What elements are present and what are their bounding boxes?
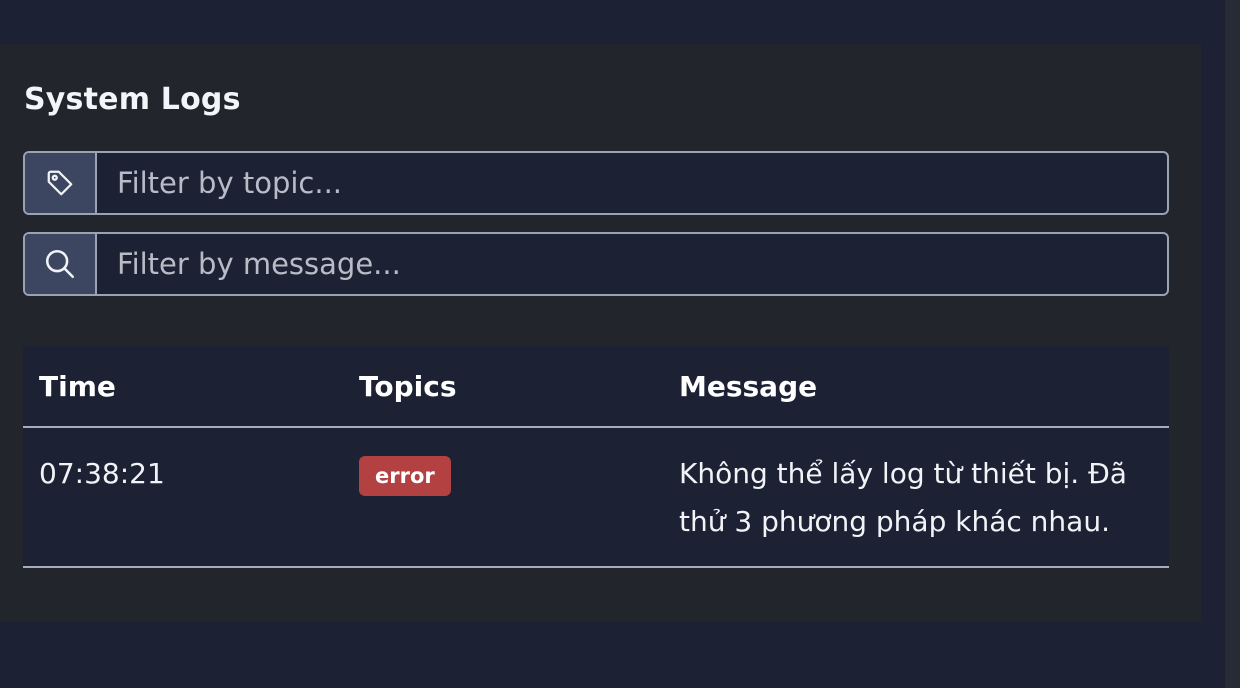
table-header-row: Time Topics Message [23, 346, 1169, 428]
log-topics-cell: error [343, 427, 663, 568]
log-time: 07:38:21 [23, 427, 343, 568]
topic-badge-error: error [359, 456, 451, 496]
table-row: 07:38:21 error Không thể lấy log từ thiế… [23, 427, 1169, 568]
scrollbar-track[interactable] [1225, 0, 1240, 688]
page-title: System Logs [24, 82, 241, 117]
tag-icon [25, 153, 97, 213]
message-filter-input[interactable] [97, 234, 1167, 294]
topic-filter-group [23, 151, 1169, 215]
topic-filter-input[interactable] [97, 153, 1167, 213]
column-header-time[interactable]: Time [23, 346, 343, 428]
search-icon [25, 234, 97, 294]
column-header-topics[interactable]: Topics [343, 346, 663, 428]
message-filter-group [23, 232, 1169, 296]
logs-table: Time Topics Message 07:38:21 error Không… [23, 346, 1169, 568]
column-header-message[interactable]: Message [663, 346, 1169, 428]
log-message: Không thể lấy log từ thiết bị. Đã thử 3 … [663, 427, 1169, 568]
